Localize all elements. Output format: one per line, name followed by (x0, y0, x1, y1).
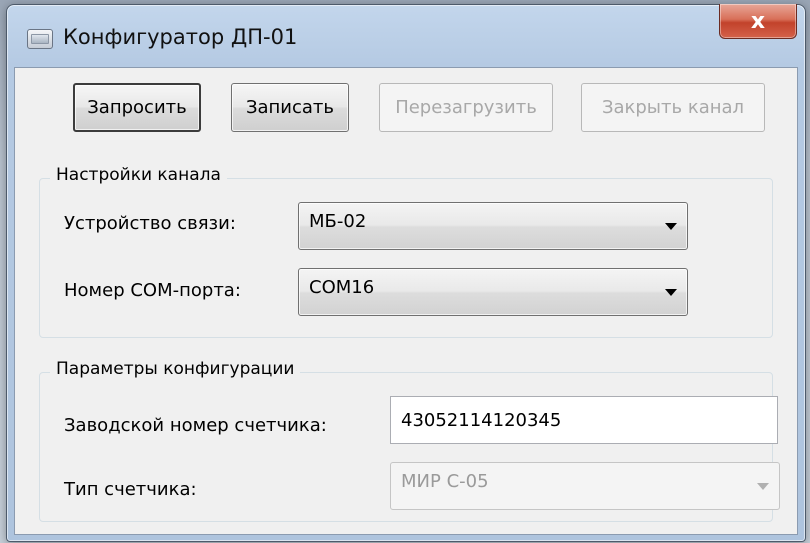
meter-type-select-value: МИР С-05 (401, 471, 489, 492)
write-button[interactable]: Записать (231, 83, 349, 132)
app-window-icon (27, 29, 53, 49)
serial-number-input[interactable] (390, 396, 778, 444)
device-label: Устройство связи: (64, 213, 236, 234)
chevron-down-icon (665, 289, 677, 296)
port-select-value: COM16 (309, 277, 375, 298)
config-params-group: Параметры конфигурации Заводской номер с… (39, 359, 780, 522)
request-button[interactable]: Запросить (73, 83, 201, 132)
window-client-area: Запросить Записать Перезагрузить Закрыть… (14, 67, 798, 535)
config-params-legend: Параметры конфигурации (50, 359, 301, 379)
device-select[interactable]: МБ-02 (298, 202, 688, 250)
chevron-down-icon (665, 223, 677, 230)
port-select[interactable]: COM16 (298, 268, 688, 316)
close-channel-button[interactable]: Закрыть канал (581, 83, 765, 132)
device-select-value: МБ-02 (309, 211, 367, 232)
port-label: Номер COM-порта: (64, 280, 241, 301)
close-button[interactable]: x (719, 4, 797, 39)
configurator-window: Конфигуратор ДП-01 x Запросить Записать … (6, 4, 806, 542)
meter-type-label: Тип счетчика: (64, 479, 197, 500)
meter-type-select[interactable]: МИР С-05 (390, 462, 780, 510)
reboot-button[interactable]: Перезагрузить (379, 83, 553, 132)
title-bar[interactable]: Конфигуратор ДП-01 x (7, 4, 805, 67)
chevron-down-icon (757, 483, 769, 490)
window-title: Конфигуратор ДП-01 (63, 25, 298, 49)
serial-number-label: Заводской номер счетчика: (64, 415, 327, 436)
channel-settings-legend: Настройки канала (50, 165, 227, 185)
channel-settings-group: Настройки канала Устройство связи: МБ-02… (39, 165, 773, 338)
close-icon: x (750, 8, 766, 34)
